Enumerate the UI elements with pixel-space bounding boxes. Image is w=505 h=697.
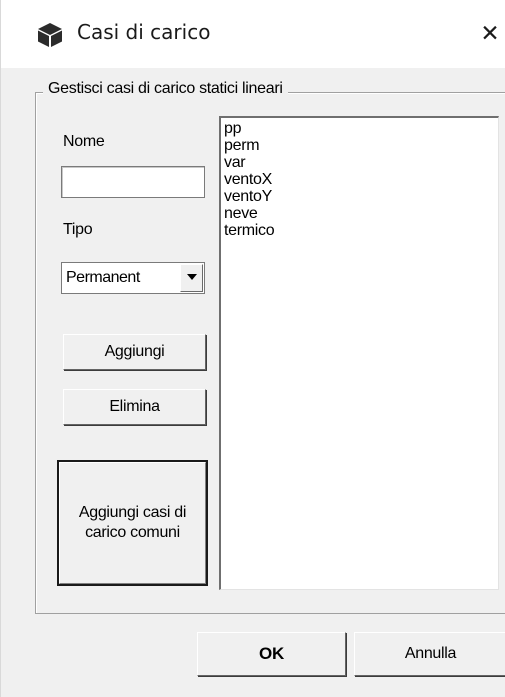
list-item[interactable]: var [224, 154, 274, 171]
window-title: Casi di carico [77, 20, 211, 44]
load-case-items: pp perm var ventoX ventoY neve termico [224, 120, 275, 239]
cube-icon [38, 23, 62, 47]
type-select[interactable]: Permanent [61, 262, 205, 294]
name-label: Nome [63, 133, 105, 150]
list-item[interactable]: neve [224, 205, 274, 222]
list-item[interactable]: ventoY [224, 188, 274, 205]
focus-rect [200, 635, 343, 673]
add-common-cases-button[interactable]: Aggiungi casi di carico comuni [57, 460, 208, 586]
cancel-button[interactable]: Annulla [354, 632, 505, 676]
dropdown-button[interactable] [180, 264, 203, 292]
list-item[interactable]: pp [224, 120, 274, 137]
load-cases-dialog: Casi di carico ✕ Gestisci casi di carico… [0, 0, 505, 697]
add-common-cases-label: Aggiungi casi di carico comuni [78, 504, 187, 541]
list-item[interactable]: ventoX [224, 171, 274, 188]
list-item[interactable]: perm [224, 137, 274, 154]
name-input[interactable] [61, 166, 205, 198]
close-icon[interactable]: ✕ [474, 16, 505, 52]
add-button[interactable]: Aggiungi [63, 334, 206, 370]
ok-button[interactable]: OK [197, 632, 346, 676]
load-case-list[interactable]: pp perm var ventoX ventoY neve termico [219, 116, 499, 590]
delete-button[interactable]: Elimina [63, 389, 206, 425]
title-bar: Casi di carico ✕ [1, 0, 505, 68]
list-item[interactable]: termico [224, 222, 275, 239]
type-selected-value: Permanent [66, 269, 140, 286]
chevron-down-icon [187, 274, 197, 280]
type-label: Tipo [63, 221, 93, 238]
group-legend: Gestisci casi di carico statici lineari [43, 80, 288, 98]
